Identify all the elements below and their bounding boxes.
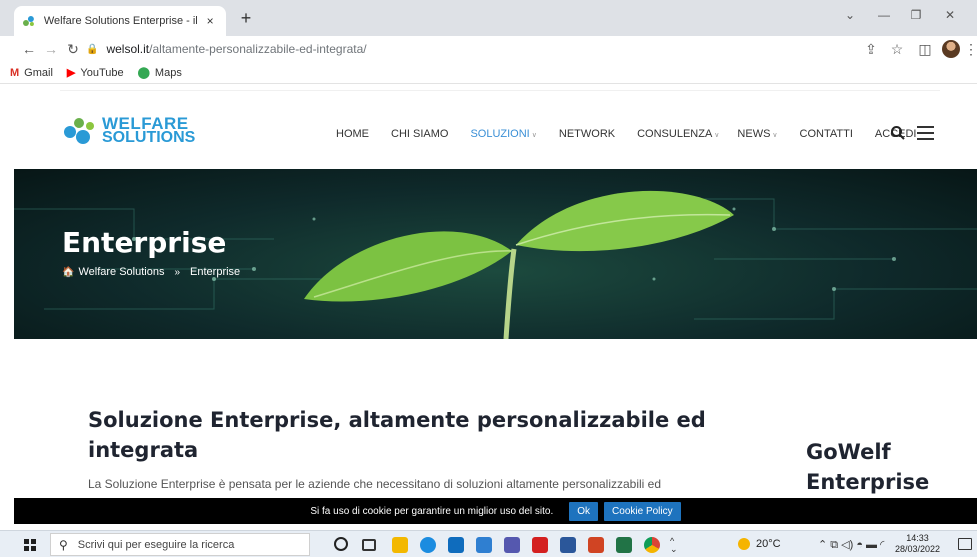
header-divider <box>60 90 940 91</box>
restore-icon[interactable]: ❐ <box>906 8 926 22</box>
mail-icon[interactable] <box>448 537 464 553</box>
weather-widget[interactable]: 20°C <box>738 538 781 550</box>
site-logo[interactable]: WELFARE SOLUTIONS <box>62 115 196 146</box>
close-window-icon[interactable]: ✕ <box>940 8 960 22</box>
cookie-policy-button[interactable]: Cookie Policy <box>604 501 681 521</box>
teams-icon[interactable] <box>504 537 520 553</box>
address-bar: ← → ↻ 🔒 welsol.it/altamente-personalizza… <box>0 36 977 62</box>
sun-icon <box>738 538 750 550</box>
bookmark-gmail[interactable]: M Gmail <box>10 67 53 79</box>
breadcrumb-current: Enterprise <box>190 266 241 278</box>
taskbar-search-input[interactable]: ⚲ Scrivi qui per eseguire la ricerca <box>50 533 310 556</box>
url-host: welsol.it <box>106 42 150 56</box>
side-panel-icon[interactable]: ◫ <box>916 40 934 58</box>
nav-item-consulenza[interactable]: CONSULENZA ∨ <box>637 128 719 140</box>
search-icon[interactable] <box>890 125 906 141</box>
chevron-down-icon: ∨ <box>531 132 537 139</box>
reload-icon[interactable]: ↻ <box>64 40 82 58</box>
logo-mark-icon <box>62 116 98 146</box>
breadcrumb: 🏠 Welfare Solutions » Enterprise <box>62 266 240 278</box>
gmail-icon: M <box>10 66 20 79</box>
minimize-icon[interactable]: — <box>874 8 894 22</box>
bookmark-star-icon[interactable]: ☆ <box>888 40 906 58</box>
cookie-ok-button[interactable]: Ok <box>569 501 599 521</box>
nav-item-network[interactable]: NETWORK <box>559 128 615 140</box>
browser-tab[interactable]: Welfare Solutions Enterprise - il × <box>14 6 226 36</box>
content-heading: Soluzione Enterprise, altamente personal… <box>88 408 706 462</box>
outlook-icon[interactable] <box>476 537 492 553</box>
file-explorer-icon[interactable] <box>392 537 408 553</box>
chevron-down-icon: ∨ <box>772 132 778 139</box>
logo-text-solutions: SOLUTIONS <box>102 129 196 146</box>
maps-pin-icon: ⬤ <box>137 67 150 79</box>
cookie-banner: Si fa uso di cookie per garantire un mig… <box>14 498 977 524</box>
youtube-icon: ▶ <box>66 67 76 79</box>
nav-item-soluzioni[interactable]: SOLUZIONI ∨ <box>470 128 536 140</box>
chevron-down-icon: ∨ <box>714 132 720 139</box>
back-icon[interactable]: ← <box>20 40 38 58</box>
profile-avatar[interactable] <box>942 40 960 58</box>
lock-icon: 🔒 <box>86 43 99 55</box>
chrome-icon[interactable] <box>644 537 660 553</box>
windows-taskbar: ⚲ Scrivi qui per eseguire la ricerca ^ ⌄ … <box>0 530 977 557</box>
nav-item-contatti[interactable]: CONTATTI <box>800 128 853 140</box>
url-field[interactable]: 🔒 welsol.it/altamente-personalizzabile-e… <box>86 38 866 60</box>
excel-icon[interactable] <box>616 537 632 553</box>
bookmarks-bar: M Gmail ▶ YouTube ⬤ Maps <box>0 62 977 84</box>
hamburger-menu-icon[interactable] <box>917 126 934 140</box>
word-icon[interactable] <box>560 537 576 553</box>
breadcrumb-home-link[interactable]: Welfare Solutions <box>78 266 164 278</box>
content-paragraph: La Soluzione Enterprise è pensata per le… <box>88 477 662 491</box>
tab-title: Welfare Solutions Enterprise - il <box>43 15 198 27</box>
acrobat-icon[interactable] <box>532 537 548 553</box>
main-navigation: HOME CHI SIAMO SOLUZIONI ∨ NETWORK CONSUL… <box>336 128 938 140</box>
overflow-chevron-icon[interactable]: ^ ⌄ <box>670 537 680 554</box>
url-path: /altamente-personalizzabile-ed-integrata… <box>149 42 367 56</box>
task-view-icon[interactable] <box>362 539 376 551</box>
nav-item-news[interactable]: NEWS ∨ <box>737 128 777 140</box>
breadcrumb-separator: » <box>174 266 181 278</box>
nav-item-home[interactable]: HOME <box>336 128 369 140</box>
browser-menu-icon[interactable]: ⋮ <box>962 40 977 58</box>
new-tab-button[interactable]: + <box>236 9 256 27</box>
bookmark-youtube[interactable]: ▶ YouTube <box>66 66 124 80</box>
browser-tab-strip: Welfare Solutions Enterprise - il × + ⌄ … <box>0 0 977 36</box>
powerpoint-icon[interactable] <box>588 537 604 553</box>
site-favicon-icon <box>22 16 34 26</box>
bookmark-maps[interactable]: ⬤ Maps <box>137 66 182 80</box>
forward-icon[interactable]: → <box>42 40 60 58</box>
system-tray-icons[interactable]: ⌃ ⧉ ◁) ◓ ▬ ◜ <box>818 538 884 552</box>
tab-search-chevron-icon[interactable]: ⌄ <box>840 8 860 22</box>
cookie-message: Si fa uso di cookie per garantire un mig… <box>310 505 554 517</box>
close-tab-icon[interactable]: × <box>202 14 218 28</box>
home-icon: 🏠 <box>62 266 75 278</box>
edge-icon[interactable] <box>420 537 436 553</box>
page-title: Enterprise <box>62 226 227 259</box>
windows-start-icon[interactable] <box>24 539 36 551</box>
notification-icon[interactable] <box>958 538 972 550</box>
taskbar-clock[interactable]: 14:33 28/03/2022 <box>895 533 940 555</box>
cortana-icon[interactable] <box>334 537 348 551</box>
hero-banner: Enterprise 🏠 Welfare Solutions » Enterpr… <box>14 169 977 339</box>
share-icon[interactable]: ⇪ <box>862 40 880 58</box>
nav-item-chi-siamo[interactable]: CHI SIAMO <box>391 128 448 140</box>
sidebar-heading: GoWelf Enterprise <box>806 440 930 494</box>
search-icon: ⚲ <box>59 537 68 552</box>
